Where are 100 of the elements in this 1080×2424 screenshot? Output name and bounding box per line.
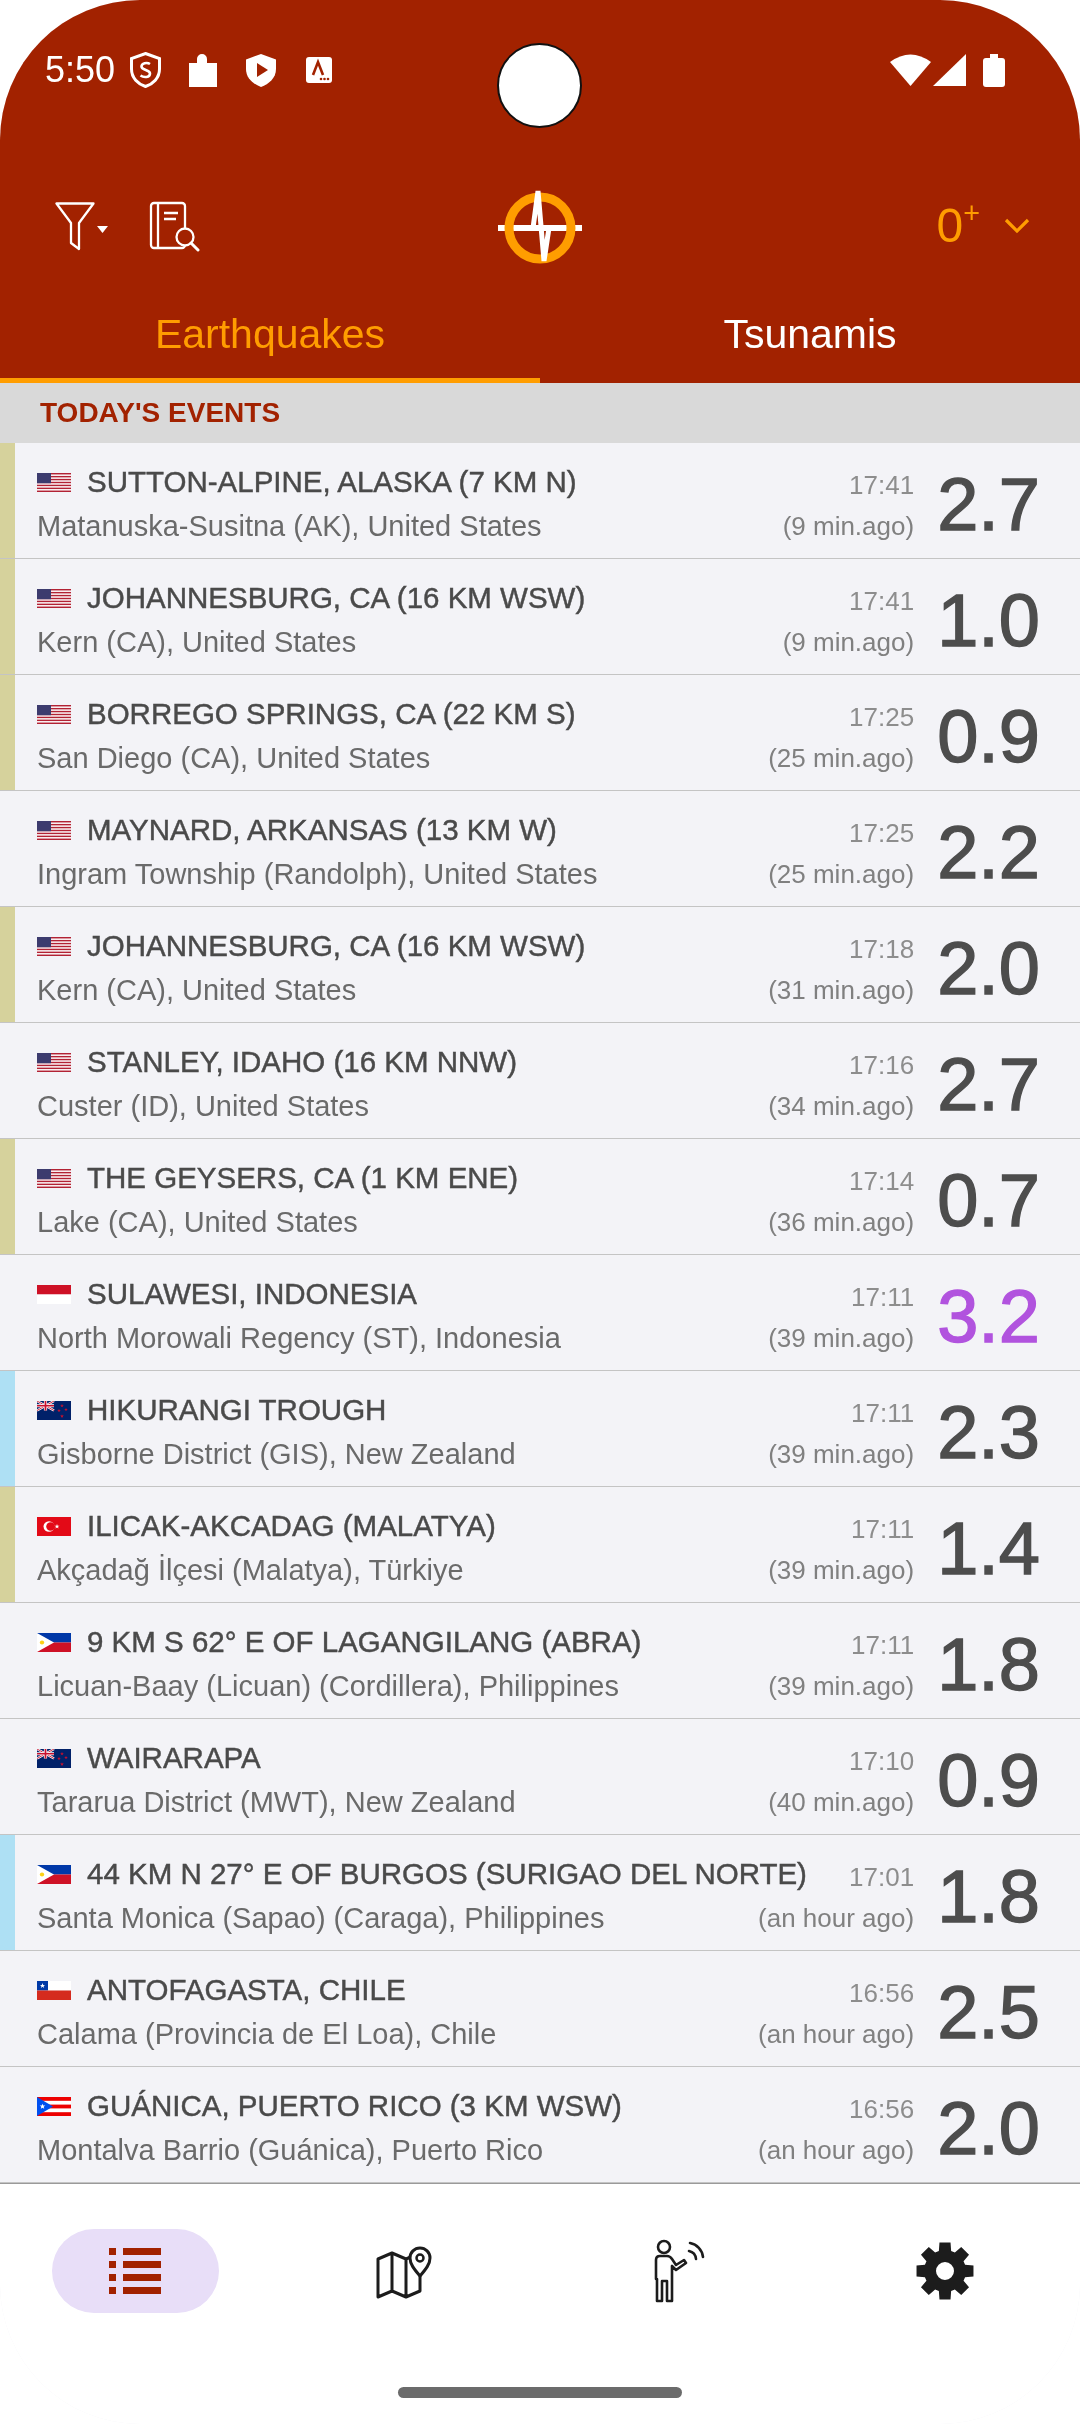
event-region: Akçadağ İlçesi (Malatya), Türkiye [37, 1553, 464, 1587]
event-title: JOHANNESBURG, CA (16 KM WSW) [87, 581, 586, 615]
filter-icon[interactable] [55, 201, 109, 251]
event-time: 17:16 [848, 1049, 915, 1081]
event-age: (39 min.ago) [767, 1554, 915, 1586]
event-row[interactable]: THE GEYSERS, CA (1 KM ENE) 17:14 Lake (CA), United States (36 min.ago) 0.7 [0, 1139, 1080, 1255]
event-age: (an hour ago) [757, 1902, 915, 1934]
event-time: 17:41 [848, 469, 915, 501]
event-age: (an hour ago) [757, 2018, 915, 2050]
section-header: TODAY'S EVENTS [0, 383, 1080, 443]
event-region: Kern (CA), United States [37, 625, 357, 659]
event-age: (36 min.ago) [767, 1206, 915, 1238]
event-row[interactable]: JOHANNESBURG, CA (16 KM WSW) 17:18 Kern (CA), United States (31 min.ago) 2.0 [0, 907, 1080, 1023]
event-title: SUTTON-ALPINE, ALASKA (7 KM N) [87, 465, 577, 499]
magnitude-value: 1.4 [937, 1511, 1040, 1586]
event-age: (9 min.ago) [781, 510, 915, 542]
flag-icon [37, 2096, 71, 2116]
magnitude-value: 1.8 [937, 1627, 1040, 1702]
status-time: 5:50 [45, 49, 116, 91]
event-age: (9 min.ago) [781, 626, 915, 658]
event-time: 17:11 [850, 1397, 915, 1429]
magnitude-value: 0.9 [937, 1743, 1040, 1818]
event-title: WAIRARAPA [87, 1741, 261, 1775]
event-title: THE GEYSERS, CA (1 KM ENE) [87, 1161, 519, 1195]
event-title: STANLEY, IDAHO (16 KM NNW) [87, 1045, 517, 1079]
flag-icon [37, 1400, 71, 1420]
event-time: 17:11 [850, 1629, 915, 1661]
magnitude-value: 0.7 [937, 1163, 1040, 1238]
event-time: 17:01 [848, 1861, 915, 1893]
event-title: 9 KM S 62° E OF LAGANGILANG (ABRA) [87, 1625, 642, 1659]
event-time: 17:25 [848, 701, 915, 733]
magnitude-value: 3.2 [937, 1279, 1040, 1354]
event-age: (an hour ago) [757, 2134, 915, 2166]
flag-icon [37, 1284, 71, 1304]
event-age: (39 min.ago) [767, 1438, 915, 1470]
event-region: Ingram Township (Randolph), United States [37, 857, 598, 891]
puzzle-icon [189, 53, 218, 87]
event-title: SULAWESI, INDONESIA [87, 1277, 418, 1311]
event-time: 17:11 [850, 1513, 915, 1545]
event-age: (25 min.ago) [767, 858, 915, 890]
event-time: 17:18 [848, 933, 915, 965]
event-row[interactable]: ILICAK-AKCADAG (MALATYA) 17:11 Akçadağ İlçesi (Malatya), Türkiye (39 min.ago) 1.4 [0, 1487, 1080, 1603]
wifi-icon [890, 54, 931, 86]
event-time: 17:41 [848, 585, 915, 617]
event-age: (40 min.ago) [767, 1786, 915, 1818]
flag-icon [37, 472, 71, 492]
chevron-down-icon [1004, 218, 1030, 234]
event-region: North Morowali Regency (ST), Indonesia [37, 1321, 561, 1355]
signal-icon [933, 54, 966, 86]
event-title: GUÁNICA, PUERTO RICO (3 KM WSW) [87, 2089, 622, 2123]
magnitude-filter-dropdown[interactable]: 0$^{+}$ [936, 202, 1030, 250]
shield-icon [130, 52, 162, 88]
event-region: San Diego (CA), United States [37, 741, 431, 775]
flag-icon [37, 936, 71, 956]
magnitude-value: 1.8 [937, 1859, 1040, 1934]
event-time: 17:10 [848, 1745, 915, 1777]
flag-icon [37, 1748, 71, 1768]
book-search-icon[interactable] [149, 200, 200, 252]
battery-icon [983, 53, 1005, 87]
event-row[interactable]: SUTTON-ALPINE, ALASKA (7 KM N) 17:41 Matanuska-Susitna (AK), United States (9 min.ago) 2.7 [0, 443, 1080, 559]
event-age: (34 min.ago) [767, 1090, 915, 1122]
event-row[interactable]: BORREGO SPRINGS, CA (22 KM S) 17:25 San Diego (CA), United States (25 min.ago) 0.9 [0, 675, 1080, 791]
pulse-logo-icon [498, 188, 582, 264]
flag-icon [37, 1052, 71, 1072]
magnitude-value: 2.5 [937, 1975, 1040, 2050]
tile-icon [306, 57, 333, 83]
tab[interactable]: Tsunamis [540, 290, 1080, 383]
list-icon [109, 2248, 161, 2294]
event-time: 17:14 [848, 1165, 915, 1197]
event-title: BORREGO SPRINGS, CA (22 KM S) [87, 697, 576, 731]
event-row[interactable]: JOHANNESBURG, CA (16 KM WSW) 17:41 Kern (CA), United States (9 min.ago) 1.0 [0, 559, 1080, 675]
flag-icon [37, 1980, 71, 2000]
event-region: Licuan-Baay (Licuan) (Cordillera), Philippines [37, 1669, 619, 1703]
event-row[interactable]: 44 KM N 27° E OF BURGOS (SURIGAO DEL NORTE) 17:01 Santa Monica (Sapao) (Caraga), Philippines (an hour ago) 1.8 [0, 1835, 1080, 1951]
event-title: ANTOFAGASTA, CHILE [87, 1973, 406, 2007]
event-row[interactable]: HIKURANGI TROUGH 17:11 Gisborne District (GIS), New Zealand (39 min.ago) 2.3 [0, 1371, 1080, 1487]
magnitude-value: 2.7 [937, 467, 1040, 542]
event-time: 17:25 [848, 817, 915, 849]
event-title: MAYNARD, ARKANSAS (13 KM W) [87, 813, 557, 847]
event-age: (39 min.ago) [767, 1322, 915, 1354]
event-region: Tararua District (MWT), New Zealand [37, 1785, 516, 1819]
event-title: HIKURANGI TROUGH [87, 1393, 387, 1427]
flag-icon [37, 704, 71, 724]
event-region: Custer (ID), United States [37, 1089, 369, 1123]
flag-icon [37, 820, 71, 840]
magnitude-value: 2.2 [937, 815, 1040, 890]
event-region: Montalva Barrio (Guánica), Puerto Rico [37, 2133, 544, 2167]
event-time: 16:56 [848, 2093, 915, 2125]
flag-icon [37, 1632, 71, 1652]
magnitude-value: 2.7 [937, 1047, 1040, 1122]
settings-icon [916, 2242, 974, 2300]
event-time: 17:11 [850, 1281, 915, 1313]
flag-icon [37, 1864, 71, 1884]
event-region: Santa Monica (Sapao) (Caraga), Philippines [37, 1901, 605, 1935]
magnitude-value: 1.0 [937, 583, 1040, 658]
event-age: (31 min.ago) [767, 974, 915, 1006]
magnitude-value: 0.9 [937, 699, 1040, 774]
shield-play-icon [246, 53, 277, 87]
magnitude-value: 2.0 [937, 2091, 1040, 2166]
magnitude-value: 2.0 [937, 931, 1040, 1006]
